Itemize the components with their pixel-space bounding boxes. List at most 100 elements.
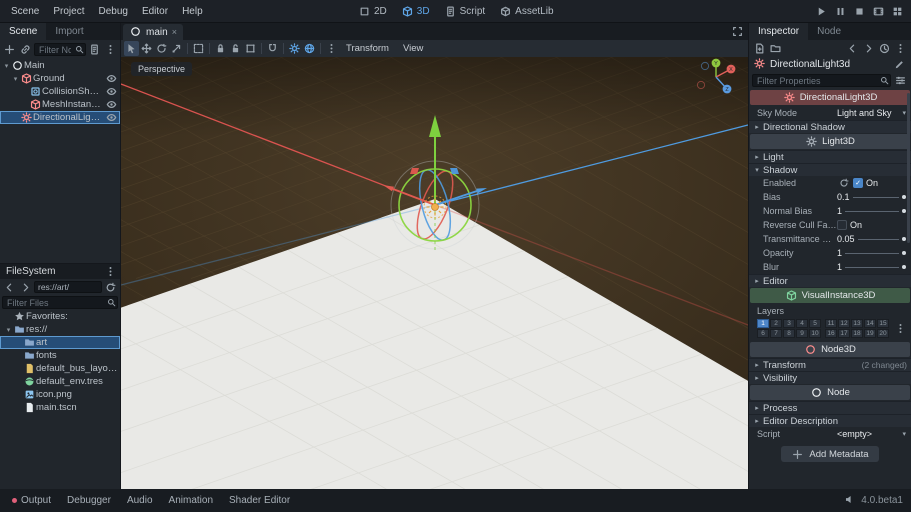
movie-button[interactable]: [870, 3, 887, 20]
close-tab-icon[interactable]: ×: [172, 27, 177, 37]
bottom-tab-audio[interactable]: Audio: [119, 489, 161, 512]
filter-properties-input[interactable]: [752, 74, 891, 87]
history-button[interactable]: [877, 41, 892, 56]
group-transform[interactable]: ▸Transform(2 changed): [749, 358, 911, 371]
scale-tool-button[interactable]: [169, 41, 184, 56]
group-light[interactable]: ▸Light: [749, 150, 911, 163]
layer-2[interactable]: 2: [770, 319, 782, 328]
bottom-tab-shader-editor[interactable]: Shader Editor: [221, 489, 298, 512]
fs-item-favorites[interactable]: Favorites:: [0, 310, 120, 323]
layer-9[interactable]: 9: [796, 329, 808, 338]
layer-11[interactable]: 11: [825, 319, 837, 328]
expander-icon[interactable]: ▾: [2, 62, 11, 70]
layer-19[interactable]: 19: [864, 329, 876, 338]
plus-button[interactable]: [2, 42, 17, 57]
property-value[interactable]: 0.1: [837, 192, 911, 202]
group-tool-button[interactable]: [243, 41, 258, 56]
category-visualinstance3d[interactable]: VisualInstance3D: [750, 288, 910, 303]
property-value[interactable]: 1: [837, 262, 911, 272]
scene-tab-main[interactable]: main ×: [123, 24, 183, 40]
menu-help[interactable]: Help: [175, 6, 210, 17]
category-light3d[interactable]: Light3D: [750, 134, 910, 149]
scene-node-collisionshape3d[interactable]: CollisionShape3d: [0, 85, 120, 98]
layer-6[interactable]: 6: [757, 329, 769, 338]
perspective-button[interactable]: Perspective: [131, 62, 192, 76]
menu-debug[interactable]: Debug: [91, 6, 134, 17]
bottom-tab-animation[interactable]: Animation: [161, 489, 221, 512]
slider-grabber[interactable]: [902, 265, 906, 269]
menu-editor[interactable]: Editor: [135, 6, 175, 17]
snap-tool-button[interactable]: [265, 41, 280, 56]
slider-grabber[interactable]: [902, 195, 906, 199]
layer-3[interactable]: 3: [783, 319, 795, 328]
layer-1[interactable]: 1: [757, 319, 769, 328]
workspace-assetlib[interactable]: AssetLib: [493, 5, 559, 18]
layer-15[interactable]: 15: [877, 319, 889, 328]
layer-10[interactable]: 10: [809, 329, 821, 338]
category-node3d[interactable]: Node3D: [750, 342, 910, 357]
layer-4[interactable]: 4: [796, 319, 808, 328]
property-value[interactable]: ✓On: [837, 177, 911, 190]
layer-12[interactable]: 12: [838, 319, 850, 328]
group-process[interactable]: ▸Process: [749, 401, 911, 414]
sun-tool-button[interactable]: [287, 41, 302, 56]
rotate-tool-button[interactable]: [154, 41, 169, 56]
property-value[interactable]: Light and Sky▾: [837, 108, 911, 118]
slider-grabber[interactable]: [902, 251, 906, 255]
fs-item-res[interactable]: ▾res://: [0, 323, 120, 336]
lock-tool-button[interactable]: [213, 41, 228, 56]
new-resource-button[interactable]: [752, 41, 767, 56]
tab-node[interactable]: Node: [808, 23, 850, 40]
layers-menu-button[interactable]: [893, 321, 908, 336]
group-editor-description[interactable]: ▸Editor Description: [749, 414, 911, 427]
visibility-toggle[interactable]: [104, 85, 118, 98]
scene-node-main[interactable]: ▾Main: [0, 59, 120, 72]
tab-inspector[interactable]: Inspector: [749, 23, 808, 40]
workspace-script[interactable]: Script: [438, 5, 492, 18]
dotsv-tool-button[interactable]: [324, 41, 339, 56]
path-box[interactable]: res://art/: [34, 281, 102, 293]
scene-node-directionallight3d[interactable]: DirectionalLight3d: [0, 111, 120, 124]
checkbox[interactable]: ✓: [853, 178, 863, 188]
visibility-toggle[interactable]: [104, 111, 118, 124]
menu-project[interactable]: Project: [46, 6, 91, 17]
property-value[interactable]: 1: [837, 206, 911, 216]
value-slider[interactable]: [845, 267, 899, 268]
pause-button[interactable]: [832, 3, 849, 20]
unlock-tool-button[interactable]: [228, 41, 243, 56]
rescan-button[interactable]: [103, 280, 118, 295]
fs-item-art[interactable]: art: [0, 336, 120, 349]
viewport-3d[interactable]: Y X Z Perspective: [121, 57, 748, 489]
move-tool-button[interactable]: [139, 41, 154, 56]
layer-18[interactable]: 18: [851, 329, 863, 338]
bottom-tab-debugger[interactable]: Debugger: [59, 489, 119, 512]
revert-icon[interactable]: [837, 177, 850, 190]
viewport-menu-transform[interactable]: Transform: [339, 43, 396, 54]
property-value[interactable]: 0.05: [837, 234, 911, 244]
load-resource-button[interactable]: [768, 41, 783, 56]
value-slider[interactable]: [845, 253, 899, 254]
slider-grabber[interactable]: [902, 209, 906, 213]
edit-object-button[interactable]: [892, 57, 907, 72]
property-value[interactable]: 1: [837, 248, 911, 258]
visibility-toggle[interactable]: [104, 98, 118, 111]
filesystem-menu-button[interactable]: [103, 264, 118, 279]
nav-forward-button[interactable]: [18, 280, 33, 295]
add-metadata-button[interactable]: Add Metadata: [781, 446, 878, 462]
filter-files-input[interactable]: [2, 296, 118, 309]
fs-item-default-env-tres[interactable]: default_env.tres: [0, 375, 120, 388]
fs-item-icon-png[interactable]: icon.png: [0, 388, 120, 401]
workspace-3d[interactable]: 3D: [395, 5, 436, 18]
visibility-toggle[interactable]: [104, 72, 118, 85]
property-value[interactable]: <empty>▾: [837, 429, 911, 439]
scene-node-meshinstance3d[interactable]: MeshInstance3d: [0, 98, 120, 111]
layer-5[interactable]: 5: [809, 319, 821, 328]
world-tool-button[interactable]: [302, 41, 317, 56]
grid4-button[interactable]: [889, 3, 906, 20]
distraction-free-button[interactable]: [731, 25, 744, 40]
inspector-scrollbar[interactable]: [907, 93, 910, 243]
group-directional-shadow[interactable]: ▸Directional Shadow: [749, 120, 911, 133]
layer-17[interactable]: 17: [838, 329, 850, 338]
property-tools-button[interactable]: [893, 73, 908, 88]
expander-icon[interactable]: ▾: [4, 326, 13, 334]
